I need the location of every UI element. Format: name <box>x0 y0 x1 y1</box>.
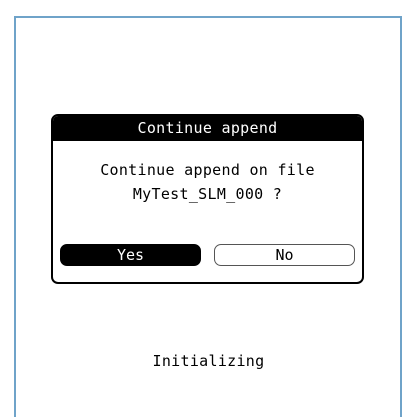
continue-append-dialog: Continue append Continue append on file … <box>51 114 364 284</box>
dialog-message-line-2: MyTest_SLM_000 ? <box>132 185 283 203</box>
status-text: Initializing <box>152 352 265 370</box>
dialog-message: Continue append on file MyTest_SLM_000 ? <box>53 158 362 206</box>
dialog-button-row: Yes No <box>60 244 355 266</box>
no-button[interactable]: No <box>214 244 355 266</box>
dialog-message-line-1: Continue append on file <box>100 161 315 179</box>
dialog-title: Continue append <box>53 116 362 141</box>
yes-button[interactable]: Yes <box>60 244 201 266</box>
